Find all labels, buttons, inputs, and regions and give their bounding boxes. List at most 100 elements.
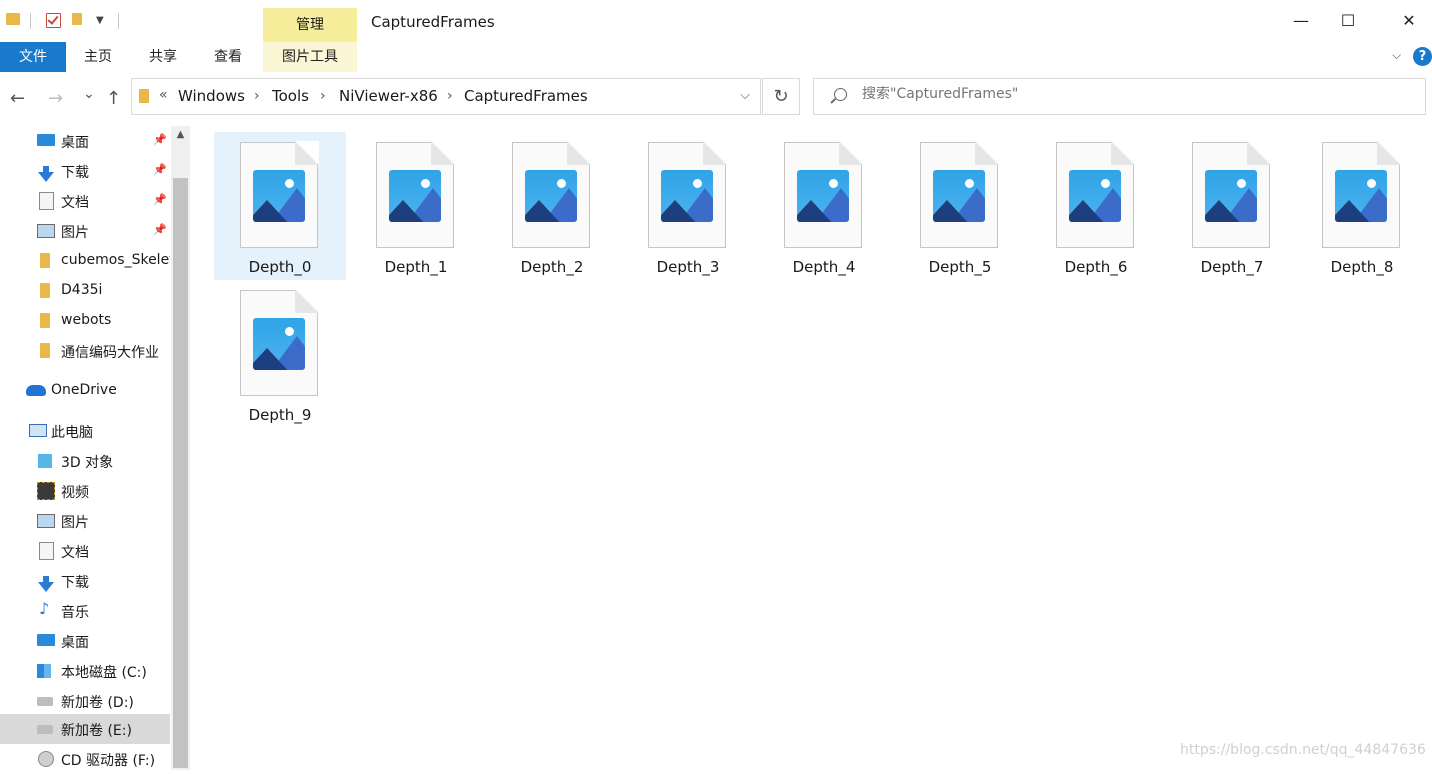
maximize-button[interactable]: ☐ [1325,0,1371,42]
cd-drive-icon [38,751,54,767]
sidebar-item-folder[interactable]: 通信编码大作业 [0,336,170,366]
sidebar-item-3d-objects[interactable]: 3D 对象 [0,446,170,476]
expand-ribbon-chevron-icon[interactable]: ⌵ [1392,48,1401,63]
image-file-icon [648,141,727,248]
breadcrumb-windows[interactable]: Windows [178,87,245,105]
sidebar-item-label: webots [61,312,112,328]
address-dropdown-chevron-icon[interactable]: ⌵ [740,88,750,103]
tab-manage[interactable]: 管理 [263,8,357,42]
sidebar-item-folder[interactable]: webots [0,306,170,336]
tab-picture-tools[interactable]: 图片工具 [263,42,357,72]
address-bar[interactable]: « Windows › Tools › NiViewer-x86 › Captu… [131,78,761,115]
file-name: Depth_6 [1064,258,1128,276]
breadcrumb-capturedframes[interactable]: CapturedFrames [464,87,588,105]
sidebar-item-pictures[interactable]: 图片 📌 [0,216,170,246]
sidebar-item-label: 新加卷 (D:) [61,695,134,711]
file-name: Depth_3 [656,258,720,276]
folder-icon [40,313,50,328]
sidebar-item-documents[interactable]: 文档 📌 [0,186,170,216]
scroll-up-icon[interactable]: ▲ [171,126,190,144]
sidebar-item-downloads[interactable]: 下载 📌 [0,156,170,186]
breadcrumb-separator[interactable]: › [447,88,453,104]
sidebar-item-downloads[interactable]: 下载 [0,566,170,596]
file-item-depth-5[interactable]: Depth_5 [894,132,1026,280]
onedrive-icon [26,385,46,396]
scrollbar-thumb[interactable] [173,178,188,768]
file-item-depth-4[interactable]: Depth_4 [758,132,890,280]
pictures-icon [37,224,55,238]
sidebar-item-this-pc[interactable]: 此电脑 [0,416,170,446]
file-item-depth-0[interactable]: Depth_0 [214,132,346,280]
sidebar-item-videos[interactable]: 视频 [0,476,170,506]
help-icon[interactable]: ? [1413,47,1432,66]
minimize-button[interactable]: — [1278,0,1324,42]
sidebar-item-label: 桌面 [61,635,89,651]
file-item-depth-3[interactable]: Depth_3 [622,132,754,280]
file-item-depth-1[interactable]: Depth_1 [350,132,482,280]
sidebar-item-label: 3D 对象 [61,455,114,471]
sidebar-item-drive-c[interactable]: 本地磁盘 (C:) [0,656,170,686]
music-icon: ♪ [39,599,50,618]
folder-icon [40,253,50,268]
drive-c-icon [37,664,51,678]
search-box[interactable] [813,78,1426,115]
sidebar-item-folder[interactable]: D435i [0,276,170,306]
up-button[interactable]: ↑ [106,88,121,109]
folder-icon [6,13,20,25]
sidebar-item-folder[interactable]: cubemos_Skeleton [0,246,170,276]
sidebar-item-label: cubemos_Skeleton [61,252,170,268]
file-name: Depth_0 [248,258,312,276]
refresh-button[interactable]: ↻ [762,78,800,115]
sidebar-item-music[interactable]: ♪ 音乐 [0,596,170,626]
new-folder-icon[interactable] [72,13,82,25]
tab-share[interactable]: 共享 [137,42,189,72]
back-button[interactable]: ← [10,88,25,109]
file-item-depth-6[interactable]: Depth_6 [1030,132,1162,280]
sidebar-item-label: 本地磁盘 (C:) [61,665,147,681]
forward-button[interactable]: → [48,88,63,109]
file-item-depth-9[interactable]: Depth_9 [214,280,346,428]
breadcrumb-separator[interactable]: › [254,88,260,104]
recent-locations-chevron-icon[interactable]: ⌄ [83,86,95,102]
breadcrumb-overflow[interactable]: « [159,87,168,103]
breadcrumb-separator[interactable]: › [320,88,326,104]
customize-quick-access-icon[interactable]: ▼ [96,15,104,26]
sidebar-item-drive-e[interactable]: 新加卷 (E:) [0,714,170,744]
tab-home[interactable]: 主页 [72,42,124,72]
sidebar-item-drive-d[interactable]: 新加卷 (D:) [0,686,170,716]
breadcrumb-niviewer[interactable]: NiViewer-x86 [339,87,438,105]
sidebar-item-label: CD 驱动器 (F:) [61,753,156,769]
sidebar-item-label: 图片 [61,225,89,241]
window-title: CapturedFrames [371,13,495,31]
file-name: Depth_9 [248,406,312,424]
file-item-depth-8[interactable]: Depth_8 [1296,132,1428,280]
close-button[interactable]: ✕ [1386,0,1432,42]
sidebar-item-label: 下载 [61,575,89,591]
sidebar-item-pictures[interactable]: 图片 [0,506,170,536]
sidebar-item-desktop[interactable]: 桌面 [0,626,170,656]
sidebar-scrollbar[interactable]: ▲ [171,126,190,770]
search-input[interactable] [862,86,1402,102]
file-name: Depth_4 [792,258,856,276]
image-file-icon [1056,141,1135,248]
file-item-depth-2[interactable]: Depth_2 [486,132,618,280]
ribbon-tabs: 文件 主页 共享 查看 图片工具 ⌵ ? [0,42,1432,73]
properties-icon[interactable] [46,13,61,28]
document-icon [39,542,54,560]
sidebar-item-desktop[interactable]: 桌面 📌 [0,126,170,156]
folder-icon [40,283,50,298]
sidebar-item-documents[interactable]: 文档 [0,536,170,566]
file-name: Depth_5 [928,258,992,276]
download-icon [38,576,54,592]
pin-icon: 📌 [153,193,167,206]
sidebar-item-label: 文档 [61,545,89,561]
breadcrumb-tools[interactable]: Tools [272,87,309,105]
file-item-depth-7[interactable]: Depth_7 [1166,132,1298,280]
sidebar-item-onedrive[interactable]: OneDrive [0,376,170,406]
tab-view[interactable]: 查看 [202,42,254,72]
tab-file[interactable]: 文件 [0,42,66,72]
sidebar-item-label: D435i [61,282,103,298]
3d-objects-icon [38,454,52,468]
pin-icon: 📌 [153,163,167,176]
image-file-icon [240,289,319,396]
